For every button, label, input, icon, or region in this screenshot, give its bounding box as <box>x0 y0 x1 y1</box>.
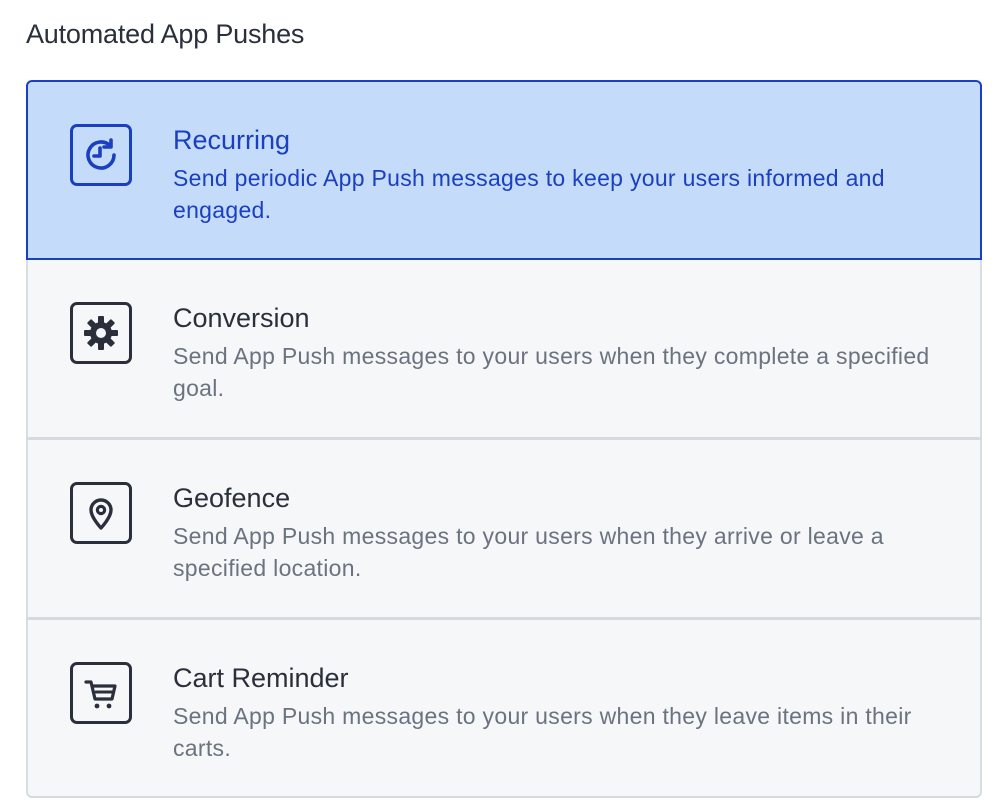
option-list: Recurring Send periodic App Push message… <box>26 80 982 798</box>
option-description: Send App Push messages to your users whe… <box>173 523 884 581</box>
shopping-cart-icon <box>70 662 132 724</box>
section-title: Automated App Pushes <box>26 19 305 49</box>
option-conversion[interactable]: Conversion Send App Push messages to you… <box>26 260 982 440</box>
automated-app-pushes-panel: Automated App Pushes Recurring Send peri… <box>0 0 992 810</box>
option-description: Send App Push messages to your users whe… <box>173 343 930 401</box>
option-title: Recurring <box>173 125 291 155</box>
option-cart-reminder[interactable]: Cart Reminder Send App Push messages to … <box>26 620 982 798</box>
gear-icon <box>70 302 132 364</box>
option-title: Conversion <box>173 303 310 333</box>
option-title: Cart Reminder <box>173 663 349 693</box>
option-geofence[interactable]: Geofence Send App Push messages to your … <box>26 440 982 620</box>
option-title: Geofence <box>173 483 291 513</box>
location-pin-icon <box>70 482 132 544</box>
option-description: Send periodic App Push messages to keep … <box>173 165 885 223</box>
option-recurring[interactable]: Recurring Send periodic App Push message… <box>26 80 982 260</box>
recurring-clock-icon <box>70 124 132 186</box>
option-description: Send App Push messages to your users whe… <box>173 703 912 761</box>
